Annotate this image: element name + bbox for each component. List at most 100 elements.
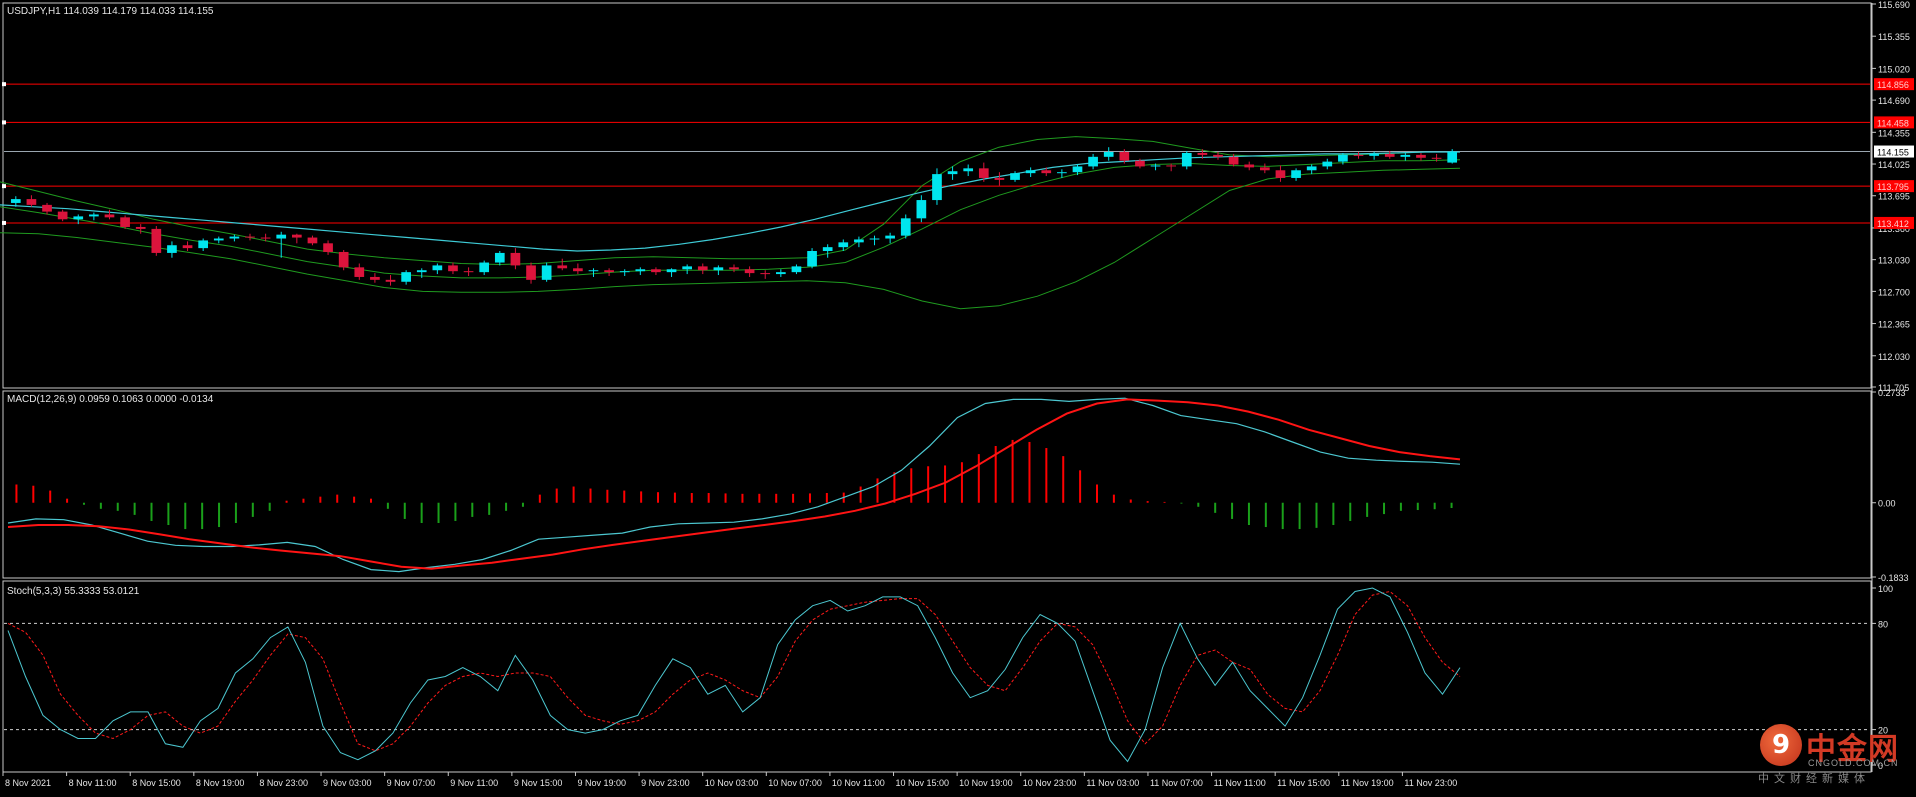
candle-body <box>900 218 911 236</box>
level-price-label: 114.458 <box>1877 118 1909 128</box>
candle-body <box>213 238 224 241</box>
level-handle <box>2 184 6 189</box>
candle-body <box>104 214 115 218</box>
candle-body <box>276 234 287 239</box>
candle-body <box>385 279 396 282</box>
time-tick-label: 11 Nov 03:00 <box>1086 778 1139 788</box>
candle-body <box>89 214 99 217</box>
watermark-url: CNGOLD.COM.CN <box>1808 758 1899 768</box>
time-tick-label: 10 Nov 03:00 <box>705 778 759 788</box>
price-tick-label: 114.025 <box>1878 160 1910 170</box>
candle-body <box>1041 170 1052 174</box>
candle-body <box>1431 157 1442 159</box>
candle-body <box>307 237 318 244</box>
candle-body <box>573 268 583 272</box>
cngold-logo-icon: 9 <box>1760 724 1802 766</box>
time-tick-label: 8 Nov 11:00 <box>69 778 117 788</box>
candle-body <box>1353 154 1364 156</box>
candle-body <box>1135 160 1145 167</box>
time-tick-label: 9 Nov 07:00 <box>387 778 436 788</box>
candle-body <box>448 265 458 272</box>
price-tick-label: 113.695 <box>1878 192 1910 202</box>
candle-body <box>1275 170 1286 178</box>
macd-tick-label: 0.2733 <box>1878 388 1906 398</box>
candle-body <box>167 245 177 253</box>
candle-body <box>1228 156 1239 165</box>
candle-body <box>885 235 895 239</box>
candle-body <box>1072 166 1083 173</box>
level-handle <box>2 82 6 87</box>
macd-tick-label: -0.1833 <box>1878 573 1909 583</box>
axes-layer: 115.690 115.355 115.020 114.690 114.355 114.1… <box>2 0 1914 788</box>
price-tick-label: 115.020 <box>1878 64 1910 74</box>
candle-body <box>182 245 193 249</box>
level-handle <box>2 120 6 125</box>
watermark-subtitle: 中文财经新媒体 <box>1758 772 1870 785</box>
candle-body <box>588 270 599 272</box>
candle-body <box>10 199 21 203</box>
candle-body <box>604 270 614 273</box>
price-tick-label: 113.030 <box>1878 256 1910 266</box>
price-tick-label: 114.690 <box>1878 96 1910 106</box>
price-tick-label: 115.355 <box>1878 32 1910 42</box>
macd-header-text: MACD(12,26,9) 0.0959 0.1063 0.0000 -0.01… <box>7 394 214 405</box>
candle-body <box>1150 165 1161 167</box>
time-tick-label: 11 Nov 15:00 <box>1277 778 1330 788</box>
candle-body <box>42 204 52 212</box>
stoch-tick-label: 80 <box>1878 619 1888 629</box>
time-tick-label: 10 Nov 07:00 <box>768 778 822 788</box>
candle-body <box>822 247 833 252</box>
candle-body <box>744 269 755 274</box>
candle-body <box>1197 152 1208 155</box>
level-price-label: 113.412 <box>1877 219 1909 229</box>
chart-canvas[interactable]: 115.690 115.355 115.020 114.690 114.355 114.1… <box>0 0 1916 793</box>
time-tick-label: 9 Nov 15:00 <box>514 778 563 788</box>
candle-body <box>245 236 255 238</box>
candle-body <box>1306 166 1317 171</box>
candle-body <box>1322 161 1333 167</box>
candle-body <box>401 272 411 282</box>
time-tick-label: 8 Nov 23:00 <box>259 778 308 788</box>
candle-body <box>697 266 708 271</box>
stochastic-layer <box>4 587 1870 763</box>
cngold-watermark: 9 中金网 CNGOLD.COM.CN 中文财经新媒体 <box>1758 724 1908 785</box>
chart-terminal[interactable]: 115.690 115.355 115.020 114.690 114.355 114.1… <box>0 0 1916 793</box>
price-tick-label: 112.030 <box>1878 352 1910 362</box>
candle-body <box>432 265 443 271</box>
candle-body <box>1181 152 1192 167</box>
candle-body <box>354 267 365 277</box>
candle-body <box>963 168 974 172</box>
candle-body <box>557 265 568 269</box>
moving-average-line <box>0 151 1460 252</box>
price-tick-label: 112.365 <box>1878 320 1910 330</box>
time-tick-label: 10 Nov 11:00 <box>832 778 885 788</box>
time-tick-label: 9 Nov 11:00 <box>450 778 498 788</box>
macd-layer <box>7 397 1461 573</box>
time-tick-label: 8 Nov 15:00 <box>132 778 181 788</box>
main-price-layer <box>0 82 1870 310</box>
candle-body <box>838 242 849 248</box>
time-tick-label: 11 Nov 11:00 <box>1214 778 1266 788</box>
candle-body <box>291 234 302 238</box>
candle-body <box>1416 154 1426 158</box>
candle-body <box>1057 172 1067 174</box>
time-tick-label: 11 Nov 07:00 <box>1150 778 1203 788</box>
candle-body <box>1213 154 1223 157</box>
candle-body <box>1338 154 1348 162</box>
candle-body <box>260 237 271 239</box>
candle-body <box>1369 153 1379 156</box>
candle-body <box>151 228 162 253</box>
candle-body <box>463 271 474 273</box>
candle-body <box>338 251 349 268</box>
candle-body <box>135 226 146 229</box>
candle-body <box>198 240 209 249</box>
candle-body <box>682 266 693 270</box>
macd-main-line <box>7 397 1461 573</box>
candle-body <box>1447 151 1458 163</box>
current-price-label: 114.155 <box>1877 148 1909 158</box>
candle-body <box>73 216 84 220</box>
candle-body <box>947 171 958 175</box>
candle-body <box>994 177 1005 180</box>
time-tick-label: 9 Nov 03:00 <box>323 778 372 788</box>
stoch-header-text: Stoch(5,3,3) 55.3333 53.0121 <box>7 586 140 597</box>
